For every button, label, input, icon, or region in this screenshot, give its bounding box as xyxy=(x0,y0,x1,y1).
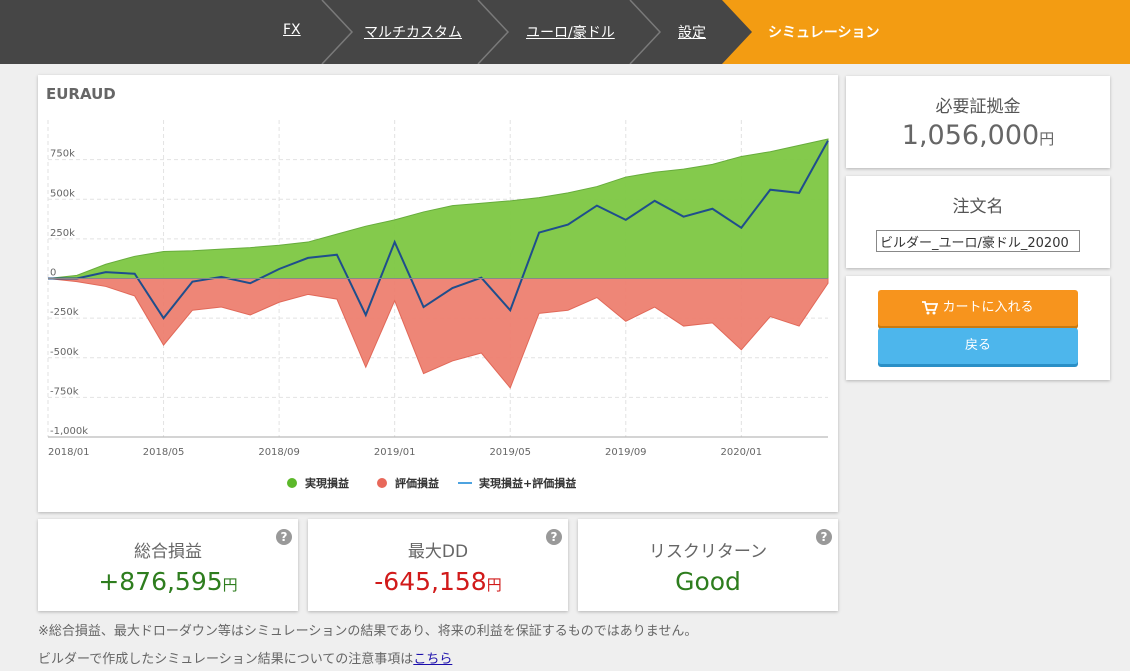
actions-card: カートに入れる 戻る xyxy=(846,276,1110,380)
x-tick-label: 2020/01 xyxy=(721,447,763,458)
y-tick-label: -750k xyxy=(50,386,79,397)
help-icon[interactable]: ? xyxy=(816,529,832,545)
order-name-input[interactable]: ビルダー_ユーロ/豪ドル_20200 xyxy=(876,230,1080,252)
x-tick-label: 2018/01 xyxy=(48,447,90,458)
x-tick-label: 2019/05 xyxy=(489,447,531,458)
caution-link[interactable]: こちら xyxy=(413,652,452,667)
total-pl-unit: 円 xyxy=(222,576,238,594)
risk-return-value: Good xyxy=(675,567,741,596)
y-tick-label: 500k xyxy=(50,188,75,199)
max-dd-label: 最大DD xyxy=(407,542,469,562)
y-tick-label: 0 xyxy=(50,268,56,279)
breadcrumb-euraud-link[interactable]: ユーロ/豪ドル xyxy=(526,22,615,42)
order-name-card: 注文名 ビルダー_ユーロ/豪ドル_20200 xyxy=(846,176,1110,268)
y-tick-label: 750k xyxy=(50,149,75,160)
help-icon[interactable]: ? xyxy=(546,529,562,545)
x-tick-label: 2018/09 xyxy=(258,447,300,458)
help-icon[interactable]: ? xyxy=(276,529,292,545)
legend-marker-realized xyxy=(287,478,297,488)
margin-card: 必要証拠金 1,056,000円 xyxy=(846,76,1110,168)
total-pl-card: 総合損益 ? +876,595円 xyxy=(38,519,298,611)
total-pl-label: 総合損益 xyxy=(134,542,202,562)
caution-note: ビルダーで作成したシミュレーション結果についての注意事項はこちら xyxy=(38,652,453,667)
total-pl-value: +876,595円 xyxy=(98,567,238,596)
max-dd-value: -645,158円 xyxy=(374,567,502,596)
max-dd-unit: 円 xyxy=(486,576,502,594)
y-tick-label: -1,000k xyxy=(50,426,88,437)
max-dd-card: 最大DD ? -645,158円 xyxy=(308,519,568,611)
back-button[interactable]: 戻る xyxy=(878,328,1078,364)
margin-value: 1,056,000円 xyxy=(901,120,1055,151)
disclaimer-note: ※総合損益、最大ドローダウン等はシミュレーションの結果であり、将来の利益を保証す… xyxy=(38,624,698,639)
add-to-cart-button[interactable]: カートに入れる xyxy=(878,290,1078,326)
breadcrumb-fx-link[interactable]: FX xyxy=(283,22,301,38)
breadcrumb-multicustom-link[interactable]: マルチカスタム xyxy=(364,22,462,42)
cart-icon xyxy=(922,300,939,314)
x-tick-label: 2019/09 xyxy=(605,447,647,458)
legend-label: 実現損益+評価損益 xyxy=(479,476,576,490)
order-name-label: 注文名 xyxy=(952,197,1004,217)
risk-return-label: リスクリターン xyxy=(648,542,768,562)
breadcrumb: FX マルチカスタム ユーロ/豪ドル 設定 シミュレーション xyxy=(0,0,1130,64)
simulation-chart: 750k 500k 250k 0 -250k -500k -750k -1,000k 2018/… xyxy=(47,120,829,490)
risk-return-card: リスクリターン ? Good xyxy=(578,519,838,611)
breadcrumb-settings-link[interactable]: 設定 xyxy=(678,22,706,42)
y-tick-label: -500k xyxy=(50,347,79,358)
y-tick-label: 250k xyxy=(50,228,75,239)
chart-card: EURAUD 750k 500k 250k 0 -250k -500k -750k -1,00… xyxy=(38,75,838,512)
x-tick-label: 2018/05 xyxy=(143,447,185,458)
legend-label: 実現損益 xyxy=(305,476,349,490)
margin-label: 必要証拠金 xyxy=(935,97,1021,117)
margin-unit: 円 xyxy=(1039,130,1055,148)
series-area-unrealized xyxy=(47,278,829,389)
legend-label: 評価損益 xyxy=(395,476,439,490)
legend-marker-unrealized xyxy=(377,478,387,488)
breadcrumb-simulation: シミュレーション xyxy=(768,25,880,41)
x-tick-label: 2019/01 xyxy=(374,447,416,458)
y-tick-label: -250k xyxy=(50,307,79,318)
